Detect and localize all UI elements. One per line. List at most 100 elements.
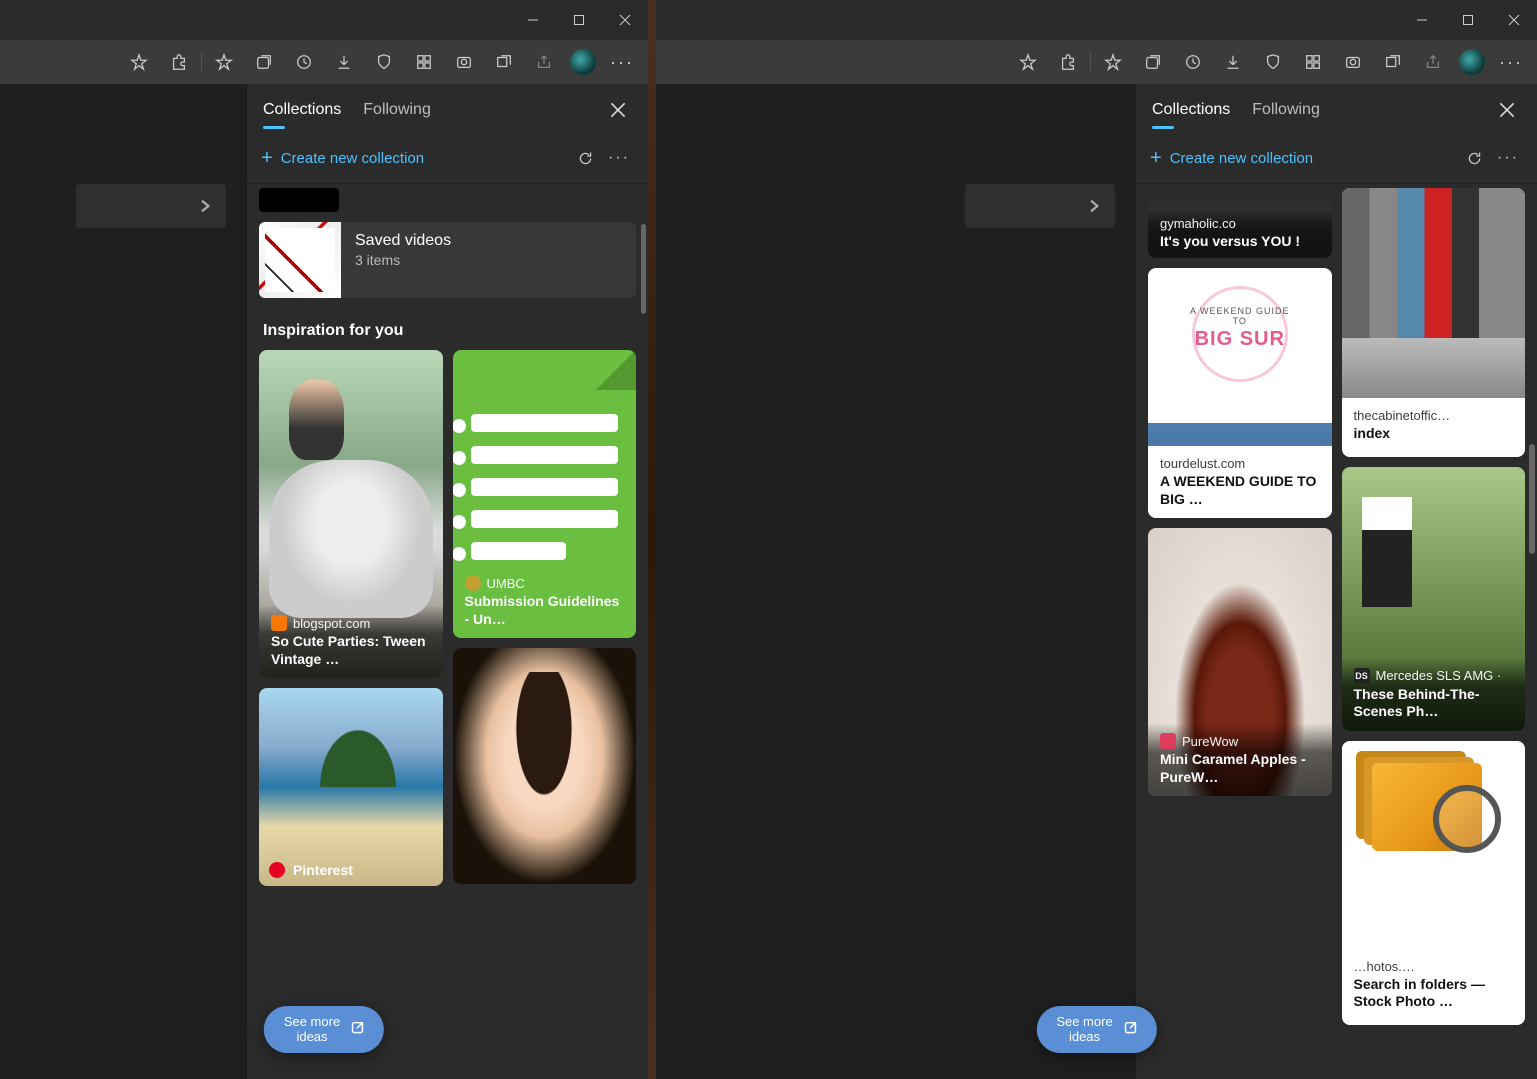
umbc-icon <box>465 575 481 591</box>
plus-icon: + <box>1150 148 1162 168</box>
extensions-icon[interactable] <box>1048 46 1088 78</box>
apps-icon[interactable] <box>404 46 444 78</box>
card-source: …hotos.… <box>1354 959 1514 974</box>
inspiration-card[interactable] <box>453 648 637 884</box>
tabs-icon[interactable] <box>1373 46 1413 78</box>
card-source: Mercedes SLS AMG · <box>1376 668 1502 683</box>
panel-more-icon[interactable]: ··· <box>1493 143 1523 173</box>
tab-collections[interactable]: Collections <box>263 101 341 125</box>
card-title: Mini Caramel Apples - PureW… <box>1160 751 1320 786</box>
share-icon[interactable] <box>524 46 564 78</box>
downloads-icon[interactable] <box>324 46 364 78</box>
close-panel-icon[interactable] <box>1493 96 1521 129</box>
pinterest-icon <box>269 862 285 878</box>
profile-avatar[interactable] <box>570 49 596 75</box>
inspiration-card[interactable]: Pinterest <box>259 688 443 886</box>
titlebar <box>656 0 1537 40</box>
titlebar <box>0 0 648 40</box>
page-content-area <box>656 84 1135 1079</box>
window-close[interactable] <box>602 0 648 40</box>
favorites-add-icon[interactable] <box>1093 46 1133 78</box>
shield-icon[interactable] <box>1253 46 1293 78</box>
see-more-button[interactable]: See more ideas <box>1036 1006 1156 1053</box>
card-title: index <box>1354 425 1514 443</box>
card-source: blogspot.com <box>293 616 370 631</box>
downloads-icon[interactable] <box>1213 46 1253 78</box>
tab-collections[interactable]: Collections <box>1152 101 1230 125</box>
more-menu-icon[interactable]: ··· <box>602 52 642 73</box>
history-icon[interactable] <box>1173 46 1213 78</box>
card-source: thecabinetoffic… <box>1354 408 1514 423</box>
window-maximize[interactable] <box>556 0 602 40</box>
create-collection-button[interactable]: + Create new collection <box>261 148 566 168</box>
page-content-area <box>0 84 246 1079</box>
more-menu-icon[interactable]: ··· <box>1491 52 1531 73</box>
share-icon[interactable] <box>1413 46 1453 78</box>
forward-nav-card[interactable] <box>965 184 1115 228</box>
card-source: gymaholic.co <box>1160 216 1320 231</box>
profile-avatar[interactable] <box>1459 49 1485 75</box>
card-title: Submission Guidelines - Un… <box>465 593 625 628</box>
inspiration-card[interactable]: …hotos.… Search in folders — Stock Photo… <box>1342 741 1526 1025</box>
card-title: A WEEKEND GUIDE TO BIG … <box>1160 473 1320 508</box>
inspiration-card[interactable]: BIG SUR tourdelust.com A WEEKEND GUIDE T… <box>1148 268 1332 518</box>
inspiration-card[interactable]: UMBC Submission Guidelines - Un… <box>453 350 637 638</box>
apps-icon[interactable] <box>1293 46 1333 78</box>
inspiration-heading: Inspiration for you <box>263 322 636 340</box>
create-collection-label: Create new collection <box>281 150 424 167</box>
window-minimize[interactable] <box>1399 0 1445 40</box>
tab-following[interactable]: Following <box>1252 101 1320 125</box>
tabs-icon[interactable] <box>484 46 524 78</box>
toolbar-separator <box>201 53 202 71</box>
card-image <box>1342 188 1526 338</box>
create-collection-label: Create new collection <box>1170 150 1313 167</box>
card-image <box>1342 741 1526 949</box>
collections-icon[interactable] <box>244 46 284 78</box>
window-close[interactable] <box>1491 0 1537 40</box>
card-source: tourdelust.com <box>1160 456 1320 471</box>
panel-scrollbar[interactable] <box>641 224 646 314</box>
refresh-icon[interactable] <box>570 143 600 173</box>
create-collection-button[interactable]: + Create new collection <box>1150 148 1455 168</box>
favorites-star-icon[interactable] <box>119 46 159 78</box>
card-title: These Behind-The-Scenes Ph… <box>1354 686 1514 721</box>
blogspot-icon <box>271 615 287 631</box>
browser-toolbar: ··· <box>0 40 648 84</box>
card-image <box>1342 338 1526 398</box>
refresh-icon[interactable] <box>1459 143 1489 173</box>
inspiration-card[interactable]: thecabinetoffic… index <box>1342 188 1526 457</box>
forward-nav-card[interactable] <box>76 184 226 228</box>
inspiration-card[interactable]: gymaholic.co It's you versus YOU ! <box>1148 188 1332 258</box>
history-icon[interactable] <box>284 46 324 78</box>
inspiration-card[interactable]: PureWow Mini Caramel Apples - PureW… <box>1148 528 1332 796</box>
panel-more-icon[interactable]: ··· <box>604 143 634 173</box>
card-title: So Cute Parties: Tween Vintage … <box>271 633 431 668</box>
tab-following[interactable]: Following <box>363 101 431 125</box>
favorites-add-icon[interactable] <box>204 46 244 78</box>
shield-icon[interactable] <box>364 46 404 78</box>
panel-scrollbar[interactable] <box>1529 444 1535 554</box>
close-panel-icon[interactable] <box>604 96 632 129</box>
purewow-icon <box>1160 733 1176 749</box>
browser-toolbar: ··· <box>656 40 1537 84</box>
collection-saved-videos[interactable]: Saved videos 3 items <box>259 222 636 298</box>
card-source: PureWow <box>1182 734 1238 749</box>
collection-thumbnail <box>259 222 341 298</box>
source-icon: DS <box>1354 668 1370 684</box>
card-source: UMBC <box>487 576 525 591</box>
window-maximize[interactable] <box>1445 0 1491 40</box>
inspiration-card[interactable]: blogspot.com So Cute Parties: Tween Vint… <box>259 350 443 678</box>
collections-icon[interactable] <box>1133 46 1173 78</box>
screenshot-icon[interactable] <box>444 46 484 78</box>
card-title: Search in folders — Stock Photo … <box>1354 976 1514 1011</box>
favorites-star-icon[interactable] <box>1008 46 1048 78</box>
card-title: It's you versus YOU ! <box>1160 233 1320 251</box>
screenshot-icon[interactable] <box>1333 46 1373 78</box>
collection-title: Saved videos <box>355 232 451 250</box>
collection-count: 3 items <box>355 252 451 268</box>
extensions-icon[interactable] <box>159 46 199 78</box>
window-minimize[interactable] <box>510 0 556 40</box>
see-more-button[interactable]: See more ideas <box>264 1006 384 1053</box>
inspiration-card[interactable]: DS Mercedes SLS AMG · These Behind-The-Sc… <box>1342 467 1526 731</box>
collection-item[interactable] <box>259 188 339 212</box>
